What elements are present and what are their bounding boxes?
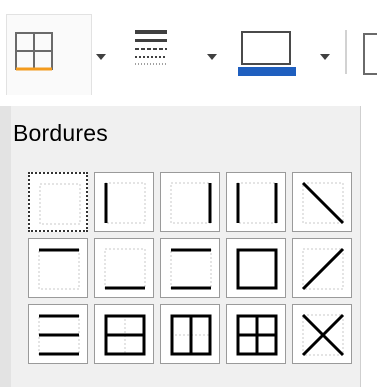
borders-dropdown[interactable] [94,52,108,62]
left-border-icon [104,182,146,224]
preset-all-borders[interactable] [226,304,286,364]
border-color-icon [238,31,296,76]
chevron-down-icon [96,54,106,60]
preset-bottom-border[interactable] [94,238,154,298]
popup-sidebar-strip [0,106,11,387]
preset-left-right-borders[interactable] [226,172,286,232]
preset-outer-border[interactable] [226,238,286,298]
outer-border-icon [236,248,278,290]
right-border-icon [170,182,212,224]
toolbar [0,0,377,110]
line-style-dropdown[interactable] [205,52,219,62]
preset-diagonal-up[interactable] [292,238,352,298]
borders-popup: Bordures [0,106,361,387]
chevron-down-icon [320,54,330,60]
chevron-down-icon [207,54,217,60]
all-borders-icon [236,314,278,356]
preset-right-border[interactable] [160,172,220,232]
diagonal-down-icon [301,181,345,225]
left-right-borders-icon [236,182,278,224]
outer-inner-vertical-icon [170,314,212,356]
line-style-button[interactable] [131,26,181,74]
borders-button[interactable] [6,14,92,95]
preset-top-border[interactable] [28,238,88,298]
diagonal-cross-icon [301,313,345,357]
border-color-button[interactable] [236,26,306,82]
diagonal-up-icon [301,247,345,291]
panel-title: Bordures [13,120,108,146]
preset-diagonal-down[interactable] [292,172,352,232]
top-bottom-borders-icon [170,248,212,290]
toolbar-separator [345,30,347,74]
preset-diagonal-cross[interactable] [292,304,352,364]
preset-outer-inner-vertical[interactable] [160,304,220,364]
preset-top-bottom-borders[interactable] [160,238,220,298]
preset-outer-inner-horizontal[interactable] [94,304,154,364]
preset-no-borders[interactable] [28,172,88,232]
preset-top-bottom-inner-horizontal[interactable] [28,304,88,364]
partial-toolbar-icon[interactable] [360,28,377,80]
outer-inner-horizontal-icon [104,314,146,356]
no-borders-icon [39,183,81,225]
top-border-icon [38,248,80,290]
preset-left-border[interactable] [94,172,154,232]
line-style-icon [135,30,167,65]
border-color-dropdown[interactable] [318,52,332,62]
top-bottom-inner-horizontal-icon [38,314,80,356]
bottom-border-icon [104,248,146,290]
table-borders-icon [15,32,53,71]
